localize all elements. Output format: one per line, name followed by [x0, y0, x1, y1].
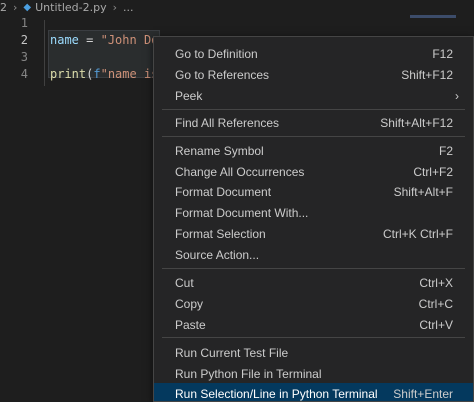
menu-item-paste[interactable]: Paste Ctrl+V — [154, 314, 473, 335]
token-fstring-prefix: f — [93, 67, 101, 81]
breadcrumb: 2 › ◆ Untitled-2.py › ... — [0, 0, 474, 14]
menu-item-format-selection[interactable]: Format Selection Ctrl+K Ctrl+F — [154, 223, 473, 244]
menu-item-find-all-references[interactable]: Find All References Shift+Alt+F12 — [154, 112, 473, 133]
menu-item-peek[interactable]: Peek › — [154, 85, 473, 106]
menu-item-label: Peek — [175, 88, 203, 103]
menu-item-label: Run Python File in Terminal — [175, 366, 322, 381]
menu-item-run-current-test-file[interactable]: Run Current Test File — [154, 342, 473, 363]
menu-item-label: Change All Occurrences — [175, 164, 305, 179]
menu-item-shortcut: Shift+Alt+F12 — [380, 115, 453, 130]
menu-item-label: Format Selection — [175, 226, 266, 241]
token-function: print — [50, 67, 87, 81]
menu-item-shortcut: Ctrl+K Ctrl+F — [382, 226, 453, 241]
menu-item-shortcut: Ctrl+C — [418, 296, 453, 311]
menu-item-copy[interactable]: Copy Ctrl+C — [154, 293, 473, 314]
menu-item-label: Run Selection/Line in Python Terminal — [175, 386, 378, 401]
menu-item-label: Format Document — [175, 184, 272, 199]
menu-item-shortcut: Shift+Enter — [393, 386, 453, 401]
menu-separator — [162, 109, 465, 110]
breadcrumb-more[interactable]: ... — [123, 1, 134, 14]
menu-item-run-python-file-in-terminal[interactable]: Run Python File in Terminal — [154, 363, 473, 384]
breadcrumb-folder-index[interactable]: 2 — [0, 1, 7, 14]
context-menu: Go to Definition F12 Go to References Shif… — [153, 36, 474, 402]
python-file-icon: ◆ — [23, 1, 32, 13]
menu-item-label: Go to References — [175, 67, 270, 82]
menu-separator — [162, 136, 465, 137]
token-operator: = — [78, 33, 101, 47]
menu-item-label: Paste — [175, 317, 206, 332]
menu-item-shortcut: Ctrl+V — [419, 317, 453, 332]
menu-item-cut[interactable]: Cut Ctrl+X — [154, 272, 473, 293]
menu-item-format-document-with[interactable]: Format Document With... — [154, 202, 473, 223]
indent-guide — [44, 20, 45, 86]
menu-item-shortcut: Shift+Alt+F — [393, 184, 453, 199]
menu-separator — [162, 337, 465, 338]
menu-item-label: Cut — [175, 275, 194, 290]
line-number: 3 — [20, 50, 28, 64]
menu-item-shortcut: F2 — [438, 143, 453, 158]
menu-item-label: Rename Symbol — [175, 143, 264, 158]
menu-item-label: Go to Definition — [175, 46, 258, 61]
menu-item-go-to-references[interactable]: Go to References Shift+F12 — [154, 64, 473, 85]
menu-item-source-action[interactable]: Source Action... — [154, 244, 473, 265]
menu-item-format-document[interactable]: Format Document Shift+Alt+F — [154, 181, 473, 202]
menu-item-label: Find All References — [175, 115, 280, 130]
chevron-right-icon: › — [455, 88, 459, 103]
menu-item-run-selection-line-in-python-terminal[interactable]: Run Selection/Line in Python Terminal Shi… — [154, 383, 473, 401]
line-number: 2 — [20, 33, 28, 47]
chevron-right-icon: › — [13, 0, 18, 14]
breadcrumb-file-name[interactable]: Untitled-2.py — [35, 1, 106, 14]
menu-item-shortcut: Ctrl+F2 — [413, 164, 453, 179]
menu-item-shortcut: Ctrl+X — [419, 275, 453, 290]
menu-item-rename-symbol[interactable]: Rename Symbol F2 — [154, 140, 473, 161]
code-line-4[interactable]: print(f"name is — [50, 67, 166, 81]
menu-item-label: Format Document With... — [175, 205, 309, 220]
menu-item-go-to-definition[interactable]: Go to Definition F12 — [154, 43, 473, 64]
menu-item-label: Source Action... — [175, 247, 260, 262]
token-variable: name — [50, 33, 79, 47]
line-number: 1 — [20, 16, 28, 30]
chevron-right-icon: › — [112, 0, 117, 14]
menu-item-label: Copy — [175, 296, 204, 311]
line-number: 4 — [20, 67, 28, 81]
menu-item-change-all-occurrences[interactable]: Change All Occurrences Ctrl+F2 — [154, 161, 473, 182]
menu-separator — [162, 268, 465, 269]
code-line-2[interactable]: name = "John Doe — [50, 33, 166, 47]
menu-item-shortcut: F12 — [432, 46, 453, 61]
menu-item-label: Run Current Test File — [175, 345, 289, 360]
menu-item-shortcut: Shift+F12 — [401, 67, 453, 82]
